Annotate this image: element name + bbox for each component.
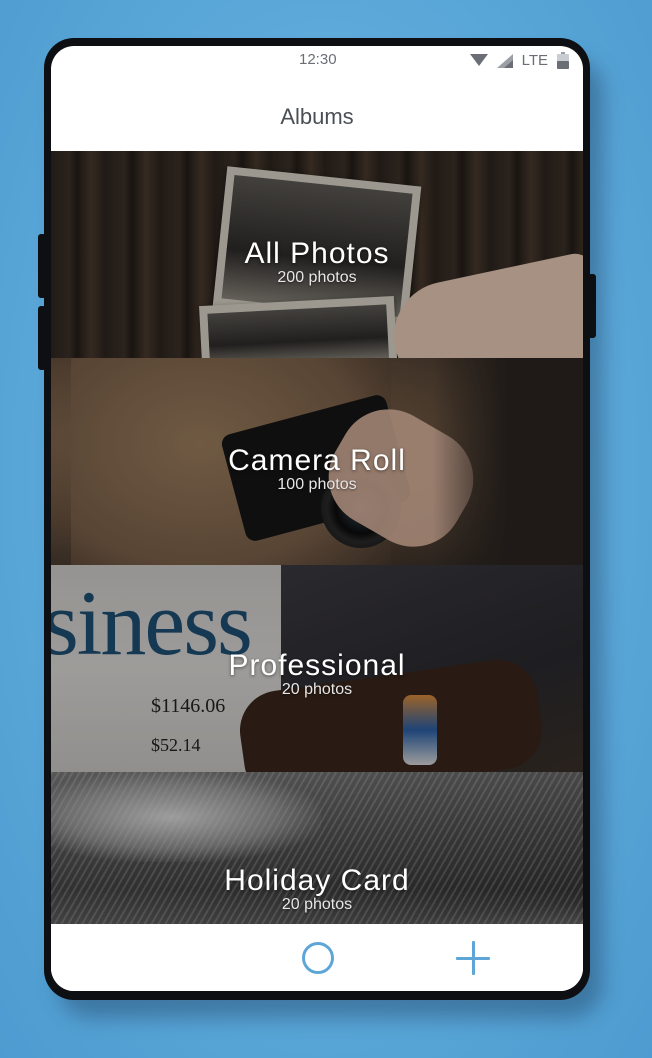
album-count: 200 photos: [277, 269, 357, 286]
wifi-icon: [469, 54, 488, 66]
screen: 12:30 LTE Albums All Photos 200 photos C…: [51, 46, 583, 991]
album-title: Professional: [228, 649, 406, 682]
album-caption: All Photos 200 photos: [51, 237, 583, 287]
volume-down-button: [38, 306, 46, 370]
album-caption: Professional 20 photos: [51, 649, 583, 699]
app-bar: Albums: [51, 78, 583, 151]
album-card-professional[interactable]: siness $1146.06 $52.14 Professional 20 p…: [51, 565, 583, 772]
album-count: 20 photos: [281, 681, 353, 698]
page-title: Albums: [280, 104, 354, 129]
album-title: All Photos: [244, 237, 390, 270]
cell-signal-icon: [496, 53, 513, 68]
status-bar: 12:30 LTE: [51, 46, 583, 78]
status-icons: LTE: [469, 52, 569, 69]
album-title: Camera Roll: [228, 444, 406, 477]
network-type: LTE: [521, 52, 548, 69]
album-list: All Photos 200 photos Camera Roll 100 ph…: [51, 151, 583, 924]
album-count: 20 photos: [281, 896, 353, 913]
volume-up-button: [38, 234, 46, 298]
battery-icon: [557, 52, 569, 69]
power-button: [588, 274, 596, 338]
album-card-camera-roll[interactable]: Camera Roll 100 photos: [51, 358, 583, 565]
album-count: 100 photos: [277, 476, 357, 493]
album-title: Holiday Card: [224, 864, 410, 897]
circle-icon[interactable]: [302, 942, 334, 974]
album-caption: Holiday Card 20 photos: [51, 864, 583, 914]
album-caption: Camera Roll 100 photos: [51, 444, 583, 494]
album-card-all-photos[interactable]: All Photos 200 photos: [51, 151, 583, 358]
phone-frame: 12:30 LTE Albums All Photos 200 photos C…: [38, 38, 596, 1000]
status-time: 12:30: [299, 51, 337, 68]
album-card-holiday-card[interactable]: Holiday Card 20 photos: [51, 772, 583, 924]
plus-icon[interactable]: [456, 941, 490, 975]
bottom-nav-bar: [51, 924, 583, 991]
